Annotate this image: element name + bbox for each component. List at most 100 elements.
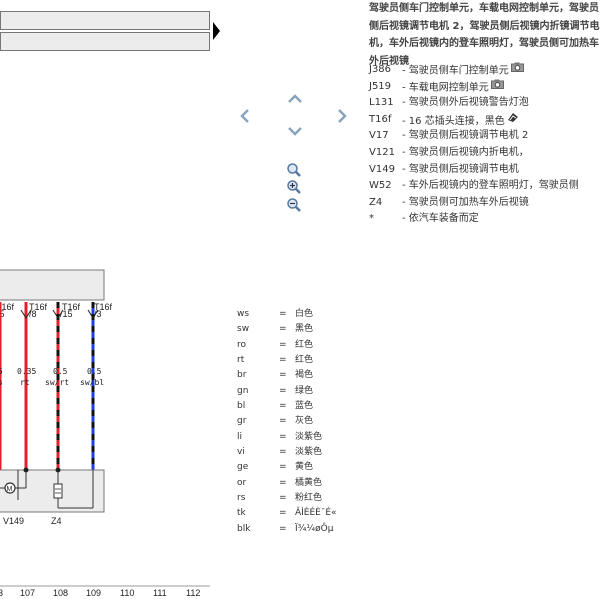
legend-row: * - 依汽车装备而定	[369, 211, 600, 228]
legend-desc: - 驾驶员侧车门控制单元	[402, 62, 524, 80]
color-code: li	[237, 431, 243, 442]
color-code: rs	[237, 493, 246, 504]
color-name: 蓝色	[295, 401, 314, 412]
legend-code: L131	[369, 97, 394, 109]
junction-dot	[23, 467, 29, 473]
color-code: gr	[237, 416, 247, 427]
position-number: 107	[20, 588, 35, 598]
color-name: 黑色	[295, 324, 314, 335]
component-legend: J386 - 驾驶员侧车门控制单元 J519 - 车载电网控制单元 L131 -…	[369, 62, 600, 228]
legend-row: L131 - 驾驶员侧外后视镜警告灯泡	[369, 95, 600, 112]
legend-row: T16f - 16 芯插头连接，黑色	[369, 112, 600, 129]
legend-row: V149 - 驾驶员侧后视镜调节电机	[369, 162, 600, 179]
legend-desc: - 驾驶员侧可加热车外后视镜	[402, 196, 529, 208]
equals-sign: =	[279, 477, 287, 488]
legend-code: V149	[369, 163, 395, 175]
legend-code: T16f	[369, 113, 392, 125]
chevron-down-icon[interactable]	[287, 126, 303, 138]
color-code: or	[237, 477, 247, 488]
equals-sign: =	[279, 493, 287, 504]
connector-block	[0, 269, 105, 301]
color-code: gn	[237, 385, 249, 396]
wire-size: 5	[0, 367, 3, 376]
color-code: blk	[237, 523, 251, 534]
color-name: 淡紫色	[295, 431, 323, 442]
legend-row: Z4 - 驾驶员侧可加热车外后视镜	[369, 195, 600, 212]
equals-sign: =	[279, 370, 287, 381]
color-name: 红色	[295, 339, 314, 350]
camera-icon[interactable]	[510, 62, 524, 79]
chevron-left-icon[interactable]	[238, 108, 250, 124]
color-name: ÂÌÉÉÈ¯É«	[295, 508, 337, 519]
legend-code: J386	[369, 64, 392, 75]
legend-desc: - 驾驶员侧后视镜内折电机，	[402, 146, 529, 158]
color-code: ro	[237, 339, 247, 350]
legend-row: J386 - 驾驶员侧车门控制单元	[369, 62, 600, 79]
legend-desc: - 依汽车装备而定	[402, 213, 479, 225]
legend-desc-text: - 驾驶员侧车门控制单元	[402, 65, 509, 77]
zoom-out-icon[interactable]	[286, 197, 302, 213]
component-label-z4: Z4	[51, 516, 62, 526]
camera-icon[interactable]	[490, 79, 504, 96]
color-name: 橘黄色	[295, 477, 323, 488]
heater-symbol-icon	[53, 483, 63, 499]
legend-desc: - 驾驶员侧外后视镜警告灯泡	[402, 97, 529, 109]
position-number: 112	[186, 588, 200, 598]
chevron-up-icon[interactable]	[287, 92, 303, 104]
equals-sign: =	[279, 355, 287, 366]
equals-sign: =	[279, 339, 287, 350]
wire-color: sw/bl	[80, 378, 104, 387]
color-code: vi	[237, 447, 245, 458]
color-code: rt	[237, 355, 245, 366]
color-name: 灰色	[295, 416, 314, 427]
position-number: 111	[153, 588, 167, 598]
wire-size: 0.35	[17, 367, 36, 376]
legend-code: V121	[369, 146, 395, 158]
chevron-right-icon[interactable]	[337, 108, 349, 124]
position-number: 108	[53, 588, 68, 598]
wire-size: 0.5	[87, 367, 102, 376]
legend-row: W52 - 车外后视镜内的登车照明灯，驾驶员侧	[369, 178, 600, 195]
equals-sign: =	[279, 385, 287, 396]
color-name: Ï¾¼øÔµ	[295, 523, 334, 534]
legend-row: J519 - 车载电网控制单元	[369, 79, 600, 96]
legend-desc-text: - 车载电网控制单元	[402, 81, 489, 93]
color-name: 褐色	[295, 370, 314, 381]
color-name: 白色	[295, 309, 314, 319]
position-number: 110	[120, 588, 134, 598]
legend-desc: - 车载电网控制单元	[402, 79, 504, 97]
equals-sign: =	[279, 523, 287, 534]
page-title: 驾驶员侧车门控制单元，车载电网控制单元，驾驶员侧后视镜调节电机 2，驾驶员侧后视…	[369, 3, 600, 67]
color-code: ge	[237, 462, 249, 473]
wire-color: sw/rt	[45, 378, 69, 387]
connector-icon[interactable]	[507, 112, 519, 130]
legend-code: W52	[369, 180, 392, 192]
color-name: 黄色	[295, 462, 314, 473]
component-block	[0, 469, 105, 513]
legend-row: V17 - 驾驶员侧后视镜调节电机 2	[369, 128, 600, 145]
legend-code: V17	[369, 130, 389, 142]
legend-desc: - 驾驶员侧后视镜调节电机	[402, 163, 519, 175]
equals-sign: =	[279, 508, 287, 519]
legend-row: V121 - 驾驶员侧后视镜内折电机，	[369, 145, 600, 162]
junction-dot	[55, 467, 61, 473]
legend-code: *	[369, 213, 374, 225]
position-number: 109	[86, 588, 101, 598]
legend-desc: - 驾驶员侧后视镜调节电机 2	[402, 130, 529, 142]
wire-color: s	[0, 378, 3, 387]
equals-sign: =	[279, 462, 287, 473]
legend-desc: - 车外后视镜内的登车照明灯，驾驶员侧	[402, 180, 579, 192]
equals-sign: =	[279, 416, 287, 427]
color-code: bl	[237, 401, 246, 412]
color-code: tk	[237, 508, 246, 519]
wire-size: 0.5	[53, 367, 68, 376]
zoom-icon[interactable]	[286, 162, 302, 178]
zoom-in-icon[interactable]	[286, 179, 302, 195]
equals-sign: =	[279, 324, 287, 335]
equals-sign: =	[279, 401, 287, 412]
equals-sign: =	[279, 431, 287, 442]
color-code: br	[237, 370, 247, 381]
wire-color: rt	[20, 378, 30, 387]
color-name: 粉红色	[295, 493, 323, 504]
equals-sign: =	[279, 309, 287, 319]
